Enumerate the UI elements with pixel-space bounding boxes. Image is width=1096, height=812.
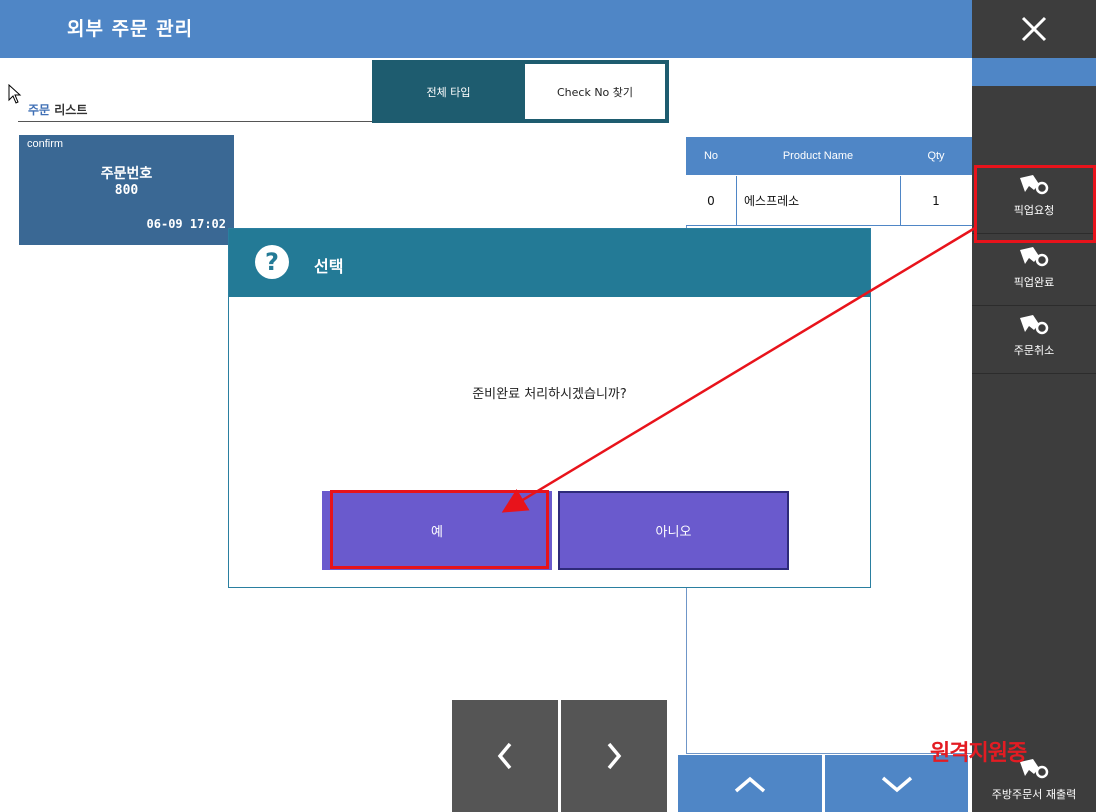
annotation-arrow bbox=[501, 226, 976, 513]
mouse-cursor-icon bbox=[8, 84, 22, 104]
remote-support-watermark: 원격지원중 bbox=[930, 740, 1027, 766]
